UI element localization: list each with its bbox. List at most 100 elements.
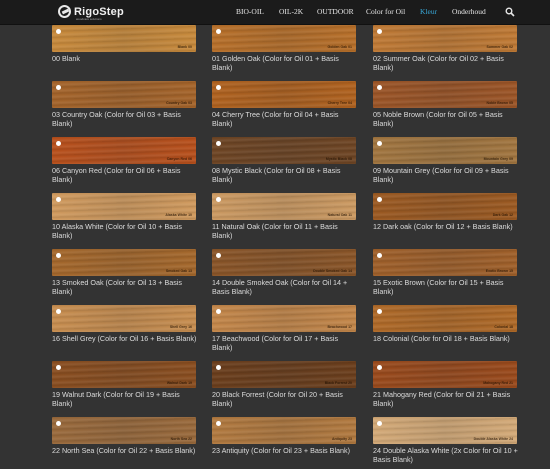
swatch-marker-icon: [216, 365, 221, 370]
swatch-stamp-label: Black Forrest 20: [324, 381, 352, 385]
swatch-card[interactable]: Cherry Tree 04 04 Cherry Tree (Color for …: [212, 81, 356, 128]
swatch-card[interactable]: Golden Oak 01 01 Golden Oak (Color for Oi…: [212, 25, 356, 72]
wood-swatch-image[interactable]: Antiquity 23: [212, 417, 356, 444]
swatch-caption: 12 Dark oak (Color for Oil 12 + Basis Bl…: [373, 222, 513, 231]
swatch-marker-icon: [377, 197, 382, 202]
wood-swatch-image[interactable]: Noble Brown 05: [373, 81, 517, 108]
wood-swatch-image[interactable]: Natural Oak 11: [212, 193, 356, 220]
swatch-marker-icon: [216, 197, 221, 202]
swatch-caption: 06 Canyon Red (Color for Oil 06 + Basis …: [52, 166, 181, 184]
swatch-card[interactable]: Country Oak 03 03 Country Oak (Color for …: [52, 81, 196, 128]
swatch-card[interactable]: Beachwood 17 17 Beachwood (Color for Oil …: [212, 305, 356, 352]
wood-swatch-image[interactable]: Shell Grey 16: [52, 305, 196, 332]
swatch-card[interactable]: Blank 00 00 Blank: [52, 25, 196, 63]
swatch-card[interactable]: Double Alaska White 24 24 Double Alaska W…: [373, 417, 518, 464]
wood-swatch-image[interactable]: Dark Oak 12: [373, 193, 517, 220]
swatch-marker-icon: [216, 29, 221, 34]
swatch-marker-icon: [377, 29, 382, 34]
wood-swatch-image[interactable]: Black Forrest 20: [212, 361, 356, 388]
swatch-card[interactable]: Mahogany Red 21 21 Mahogany Red (Color fo…: [373, 361, 517, 408]
nav-outdoor[interactable]: OUTDOOR: [317, 0, 354, 24]
swatch-caption: 11 Natural Oak (Color for Oil 11 + Basis…: [212, 222, 338, 240]
swatch-card[interactable]: Natural Oak 11 11 Natural Oak (Color for …: [212, 193, 356, 240]
wood-swatch-image[interactable]: Country Oak 03: [52, 81, 196, 108]
swatch-caption: 17 Beachwood (Color for Oil 17 + Basis B…: [212, 334, 339, 352]
swatch-marker-icon: [56, 29, 61, 34]
swatch-caption: 21 Mahogany Red (Color for Oil 21 + Basi…: [373, 390, 511, 408]
swatch-card[interactable]: Antiquity 23 23 Antiquity (Color for Oil …: [212, 417, 356, 455]
wood-swatch-image[interactable]: Summer Oak 02: [373, 25, 517, 52]
wood-swatch-image[interactable]: Double Alaska White 24: [373, 417, 517, 444]
swatch-card[interactable]: Summer Oak 02 02 Summer Oak (Color for Oi…: [373, 25, 517, 72]
swatch-stamp-label: North Sea 22: [170, 437, 192, 441]
swatch-stamp-label: Mystic Black 08: [325, 157, 352, 161]
swatch-stamp-label: Natural Oak 11: [327, 213, 352, 217]
swatch-caption: 08 Mystic Black (Color for Oil 08 + Basi…: [212, 166, 341, 184]
swatch-marker-icon: [56, 253, 61, 258]
swatch-marker-icon: [377, 365, 382, 370]
wood-swatch-image[interactable]: Blank 00: [52, 25, 196, 52]
swatch-caption: 03 Country Oak (Color for Oil 03 + Basis…: [52, 110, 181, 128]
swatch-caption: 04 Cherry Tree (Color for Oil 04 + Basis…: [212, 110, 339, 128]
swatch-card[interactable]: Alaska White 10 10 Alaska White (Color fo…: [52, 193, 196, 240]
nav-bio-oil[interactable]: BIO-OIL: [236, 0, 264, 24]
wood-swatch-image[interactable]: Mountain Grey 09: [373, 137, 517, 164]
swatch-card[interactable]: Dark Oak 12 12 Dark oak (Color for Oil 12…: [373, 193, 517, 231]
wood-swatch-image[interactable]: Canyon Red 06: [52, 137, 196, 164]
wood-swatch-image[interactable]: Smoked Oak 13: [52, 249, 196, 276]
swatch-card[interactable]: Shell Grey 16 16 Shell Grey (Color for Oi…: [52, 305, 196, 343]
swatch-stamp-label: Alaska White 10: [165, 213, 192, 217]
swatch-card[interactable]: Walnut Dark 19 19 Walnut Dark (Color for …: [52, 361, 196, 408]
swatch-stamp-label: Golden Oak 01: [327, 45, 352, 49]
swatch-card[interactable]: Noble Brown 05 05 Noble Brown (Color for …: [373, 81, 517, 128]
swatch-stamp-label: Double Smoked Oak 14: [313, 269, 352, 273]
logo-subtitle: woodcare solutions: [76, 17, 102, 21]
swatch-marker-icon: [216, 253, 221, 258]
color-swatch-grid: Blank 00 00 Blank Golden Oak 01 01 Golden O…: [0, 24, 550, 469]
swatch-marker-icon: [56, 141, 61, 146]
swatch-caption: 01 Golden Oak (Color for Oil 01 + Basis …: [212, 54, 339, 72]
swatch-card[interactable]: Mountain Grey 09 09 Mountain Grey (Color …: [373, 137, 517, 184]
wood-swatch-image[interactable]: Mahogany Red 21: [373, 361, 517, 388]
wood-swatch-image[interactable]: Golden Oak 01: [212, 25, 356, 52]
nav-kleur[interactable]: Kleur: [420, 0, 437, 24]
wood-swatch-image[interactable]: Cherry Tree 04: [212, 81, 356, 108]
swatch-card[interactable]: Exotic Brown 15 15 Exotic Brown (Color fo…: [373, 249, 517, 296]
swatch-card[interactable]: Canyon Red 06 06 Canyon Red (Color for Oi…: [52, 137, 196, 184]
nav-oil-2k[interactable]: OIL-2K: [279, 0, 303, 24]
swatch-card[interactable]: North Sea 22 22 North Sea (Color for Oil …: [52, 417, 196, 455]
wood-swatch-image[interactable]: North Sea 22: [52, 417, 196, 444]
swatch-caption: 10 Alaska White (Color for Oil 10 + Basi…: [52, 222, 183, 240]
wood-swatch-image[interactable]: Mystic Black 08: [212, 137, 356, 164]
wood-swatch-image[interactable]: Walnut Dark 19: [52, 361, 196, 388]
nav-onderhoud[interactable]: Onderhoud: [452, 0, 486, 24]
wood-swatch-image[interactable]: Beachwood 17: [212, 305, 356, 332]
swatch-card[interactable]: Smoked Oak 13 13 Smoked Oak (Color for Oi…: [52, 249, 196, 296]
swatch-marker-icon: [216, 85, 221, 90]
swatch-caption: 16 Shell Grey (Color for Oil 16 + Basis …: [52, 334, 197, 343]
swatch-stamp-label: Double Alaska White 24: [473, 437, 513, 441]
swatch-card[interactable]: Colonial 18 18 Colonial (Color for Oil 18…: [373, 305, 517, 343]
wood-swatch-image[interactable]: Double Smoked Oak 14: [212, 249, 356, 276]
top-navigation-bar: RigoStep woodcare solutions BIO-OIL OIL-…: [0, 0, 550, 25]
swatch-card[interactable]: Double Smoked Oak 14 14 Double Smoked Oak…: [212, 249, 356, 296]
swatch-caption: 14 Double Smoked Oak (Color for Oil 14 +…: [212, 278, 348, 296]
swatch-card[interactable]: Mystic Black 08 08 Mystic Black (Color fo…: [212, 137, 356, 184]
swatch-card[interactable]: Black Forrest 20 20 Black Forrest (Color …: [212, 361, 356, 408]
swatch-stamp-label: Mahogany Red 21: [483, 381, 513, 385]
search-icon[interactable]: [505, 7, 515, 17]
swatch-stamp-label: Walnut Dark 19: [166, 381, 192, 385]
swatch-stamp-label: Shell Grey 16: [169, 325, 192, 329]
swatch-stamp-label: Mountain Grey 09: [483, 157, 513, 161]
swatch-marker-icon: [377, 309, 382, 314]
swatch-stamp-label: Dark Oak 12: [492, 213, 513, 217]
wood-swatch-image[interactable]: Exotic Brown 15: [373, 249, 517, 276]
swatch-caption: 00 Blank: [52, 54, 80, 63]
wood-swatch-image[interactable]: Alaska White 10: [52, 193, 196, 220]
swatch-stamp-label: Cherry Tree 04: [327, 101, 352, 105]
nav-color-for-oil[interactable]: Color for Oil: [366, 0, 405, 24]
swatch-marker-icon: [216, 309, 221, 314]
swatch-caption: 15 Exotic Brown (Color for Oil 15 + Basi…: [373, 278, 504, 296]
swatch-marker-icon: [56, 309, 61, 314]
wood-swatch-image[interactable]: Colonial 18: [373, 305, 517, 332]
